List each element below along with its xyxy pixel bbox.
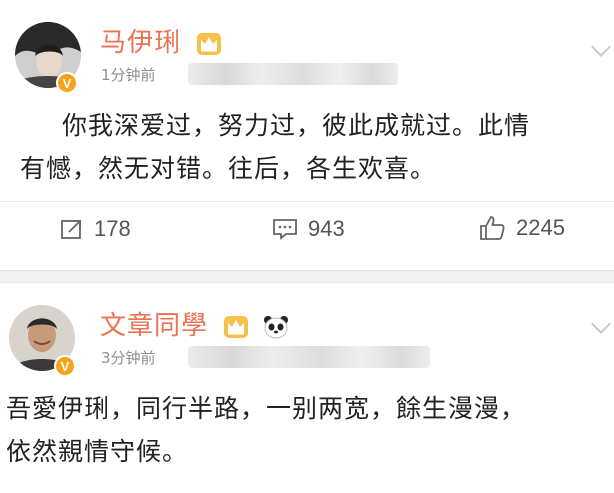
author-name-text[interactable]: 马伊琍	[100, 28, 181, 58]
post-time: 3分钟前	[101, 349, 156, 367]
like-icon	[480, 216, 505, 240]
comment-icon	[273, 219, 297, 240]
verified-badge-icon: V	[56, 72, 78, 94]
content-line-1: 吾愛伊琍，同行半路，一别两宽，餘生漫漫，	[6, 394, 527, 423]
post-card-mayili: V 马伊琍 1分钟前 你我深爱过，努力过，彼此成就过。此情 有憾，然无对错。往后…	[0, 0, 614, 270]
repost-button[interactable]: 178	[60, 216, 131, 242]
author-name[interactable]: 马伊琍	[100, 22, 222, 59]
like-count: 2245	[516, 215, 565, 240]
content-line-2: 有憾，然无对错。往后，各生欢喜。	[20, 154, 437, 183]
crown-icon	[224, 315, 249, 338]
blurred-source	[188, 63, 398, 85]
comment-button[interactable]: 943	[272, 216, 345, 242]
content-line-2: 依然親情守候。	[6, 437, 189, 466]
repost-icon	[61, 220, 81, 239]
author-name[interactable]: 文章同學	[100, 305, 289, 342]
post-content: 你我深爱过，努力过，彼此成就过。此情 有憾，然无对错。往后，各生欢喜。	[20, 104, 531, 190]
repost-count: 178	[94, 216, 131, 241]
post-content: 吾愛伊琍，同行半路，一别两宽，餘生漫漫， 依然親情守候。	[6, 387, 526, 473]
panda-icon	[263, 315, 288, 338]
divider	[0, 201, 614, 202]
crown-icon	[197, 32, 222, 55]
content-line-1: 你我深爱过，努力过，彼此成就过。此情	[62, 111, 531, 140]
chevron-down-icon[interactable]	[591, 37, 611, 57]
verified-badge-icon: V	[54, 355, 76, 377]
author-name-text[interactable]: 文章同學	[100, 311, 208, 341]
like-button[interactable]: 2245	[478, 214, 565, 242]
comment-count: 943	[308, 216, 345, 241]
post-separator	[0, 270, 614, 283]
chevron-down-icon[interactable]	[591, 314, 611, 334]
blurred-source	[188, 346, 430, 368]
post-card-wenzhang: V 文章同學 3分钟前 吾愛伊琍，同行半路，一别两宽，餘生漫漫， 依然親情守候。	[0, 283, 614, 493]
post-time: 1分钟前	[101, 66, 156, 84]
